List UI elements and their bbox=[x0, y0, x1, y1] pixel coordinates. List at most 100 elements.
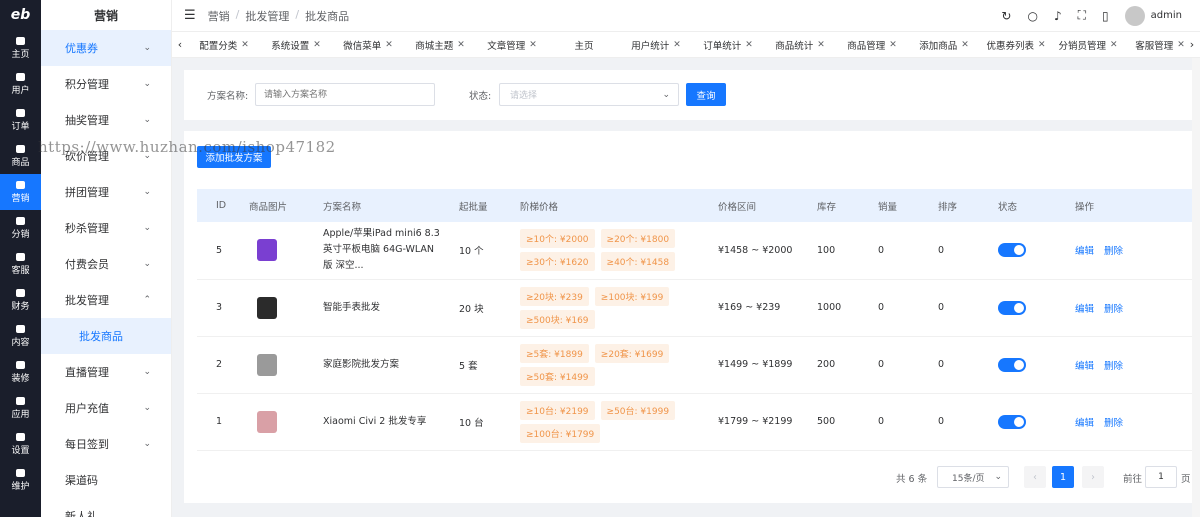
rail-item-11[interactable]: 设置 bbox=[0, 426, 41, 462]
tab-item[interactable]: 商品管理 ✕ bbox=[836, 38, 908, 52]
next-page-button[interactable]: › bbox=[1082, 466, 1104, 488]
tab-item[interactable]: 添加商品 ✕ bbox=[908, 38, 980, 52]
close-icon[interactable]: ✕ bbox=[817, 40, 825, 50]
tab-item[interactable]: 文章管理 ✕ bbox=[476, 38, 548, 52]
status-toggle[interactable] bbox=[998, 414, 1026, 429]
tabs-scroll-left-icon[interactable]: ‹ bbox=[172, 38, 188, 51]
rail-item-2[interactable]: 订单 bbox=[0, 102, 41, 138]
close-icon[interactable]: ✕ bbox=[961, 40, 969, 50]
tab-item[interactable]: 主页 bbox=[548, 38, 620, 52]
edit-button[interactable]: 编辑 bbox=[1075, 246, 1094, 257]
status-toggle[interactable] bbox=[998, 300, 1026, 315]
sidebar-item[interactable]: 拼团管理 ⌄ bbox=[41, 174, 171, 210]
close-icon[interactable]: ✕ bbox=[313, 40, 321, 50]
tab-item[interactable]: 配置分类 ✕ bbox=[188, 38, 260, 52]
status-toggle[interactable] bbox=[998, 243, 1026, 258]
fullscreen-icon[interactable]: ⛶ bbox=[1078, 8, 1086, 23]
top-header: ☰ 营销 / 批发管理 / 批发商品 ↻ ○ ♪ ⛶ ▯ admin bbox=[172, 0, 1200, 32]
tabs-scroll-right-icon[interactable]: › bbox=[1184, 38, 1200, 51]
breadcrumb-item[interactable]: 批发管理 bbox=[245, 8, 289, 24]
product-thumbnail[interactable] bbox=[257, 296, 277, 319]
menu-toggle-icon[interactable]: ☰ bbox=[184, 8, 196, 23]
sidebar-item[interactable]: 优惠券 ⌄ bbox=[41, 30, 171, 66]
rail-item-0[interactable]: 主页 bbox=[0, 30, 41, 66]
close-icon[interactable]: ✕ bbox=[529, 40, 537, 50]
sidebar-item[interactable]: 积分管理 ⌄ bbox=[41, 66, 171, 102]
rail-item-12[interactable]: 维护 bbox=[0, 462, 41, 498]
cell-image bbox=[249, 279, 323, 337]
tab-item[interactable]: 优惠券列表 ✕ bbox=[980, 38, 1052, 52]
tab-item[interactable]: 商城主题 ✕ bbox=[404, 38, 476, 52]
edit-button[interactable]: 编辑 bbox=[1075, 418, 1094, 429]
sidebar-item[interactable]: 付费会员 ⌄ bbox=[41, 246, 171, 282]
page-size-select[interactable]: 15条/页 ⌄ bbox=[937, 466, 1009, 488]
product-thumbnail[interactable] bbox=[257, 239, 277, 262]
user-name[interactable]: admin bbox=[1151, 10, 1182, 21]
sidebar-item[interactable]: 每日签到 ⌄ bbox=[41, 426, 171, 462]
rail-item-3[interactable]: 商品 bbox=[0, 138, 41, 174]
status-toggle[interactable] bbox=[998, 357, 1026, 372]
breadcrumb-item[interactable]: 营销 bbox=[208, 8, 230, 24]
sidebar-item-label: 秒杀管理 bbox=[65, 222, 109, 235]
rail-item-7[interactable]: 财务 bbox=[0, 282, 41, 318]
status-select[interactable]: 请选择 ⌄ bbox=[499, 83, 679, 106]
rail-item-8[interactable]: 内容 bbox=[0, 318, 41, 354]
refresh-icon[interactable]: ↻ bbox=[1001, 9, 1011, 23]
goto-page-input[interactable] bbox=[1145, 466, 1177, 488]
rail-item-1[interactable]: 用户 bbox=[0, 66, 41, 102]
sidebar-item[interactable]: 用户充值 ⌄ bbox=[41, 390, 171, 426]
delete-button[interactable]: 删除 bbox=[1104, 418, 1123, 429]
close-icon[interactable]: ✕ bbox=[1110, 40, 1118, 50]
delete-button[interactable]: 删除 bbox=[1104, 304, 1123, 315]
close-icon[interactable]: ✕ bbox=[457, 40, 465, 50]
close-icon[interactable]: ✕ bbox=[1038, 40, 1046, 50]
tab-item[interactable]: 微信菜单 ✕ bbox=[332, 38, 404, 52]
rail-item-6[interactable]: 客服 bbox=[0, 246, 41, 282]
search-icon[interactable]: ○ bbox=[1027, 9, 1037, 23]
tab-item[interactable]: 订单统计 ✕ bbox=[692, 38, 764, 52]
sidebar-subitem-wholesale-goods[interactable]: 批发商品 bbox=[41, 318, 171, 354]
sidebar-item[interactable]: 抽奖管理 ⌄ bbox=[41, 102, 171, 138]
sidebar-item[interactable]: 秒杀管理 ⌄ bbox=[41, 210, 171, 246]
close-icon[interactable]: ✕ bbox=[889, 40, 897, 50]
close-icon[interactable]: ✕ bbox=[1177, 40, 1184, 50]
product-thumbnail[interactable] bbox=[257, 353, 277, 376]
cell-id: 3 bbox=[197, 279, 249, 337]
sidebar-item[interactable]: 新人礼 bbox=[41, 498, 171, 517]
tier-tag: ≥40个: ¥1458 bbox=[600, 252, 676, 272]
prev-page-button[interactable]: ‹ bbox=[1024, 466, 1046, 488]
rail-item-9[interactable]: 装修 bbox=[0, 354, 41, 390]
page-number-current[interactable]: 1 bbox=[1052, 466, 1074, 488]
cell-status bbox=[998, 279, 1075, 337]
product-thumbnail[interactable] bbox=[257, 410, 277, 433]
rail-item-label: 财务 bbox=[11, 301, 30, 312]
rail-item-5[interactable]: 分销 bbox=[0, 210, 41, 246]
query-button[interactable]: 查询 bbox=[686, 83, 726, 106]
edit-button[interactable]: 编辑 bbox=[1075, 304, 1094, 315]
mobile-icon[interactable]: ▯ bbox=[1102, 9, 1109, 23]
edit-button[interactable]: 编辑 bbox=[1075, 361, 1094, 372]
delete-button[interactable]: 删除 bbox=[1104, 246, 1123, 257]
sidebar-item[interactable]: 批发管理 ⌃ bbox=[41, 282, 171, 318]
sidebar-item[interactable]: 直播管理 ⌄ bbox=[41, 354, 171, 390]
rail-item-10[interactable]: 应用 bbox=[0, 390, 41, 426]
plan-name-input[interactable] bbox=[255, 83, 435, 106]
tab-item[interactable]: 用户统计 ✕ bbox=[620, 38, 692, 52]
bell-icon[interactable]: ♪ bbox=[1054, 9, 1062, 23]
close-icon[interactable]: ✕ bbox=[241, 40, 249, 50]
tab-item[interactable]: 分销员管理 ✕ bbox=[1052, 38, 1124, 52]
close-icon[interactable]: ✕ bbox=[385, 40, 393, 50]
tab-item[interactable]: 客服管理 ✕ bbox=[1124, 38, 1184, 52]
close-icon[interactable]: ✕ bbox=[673, 40, 681, 50]
rail-item-label: 设置 bbox=[11, 445, 30, 456]
close-icon[interactable]: ✕ bbox=[745, 40, 753, 50]
scrollbar[interactable] bbox=[1192, 58, 1200, 517]
tab-item[interactable]: 商品统计 ✕ bbox=[764, 38, 836, 52]
avatar[interactable] bbox=[1124, 5, 1145, 26]
tab-item[interactable]: 系统设置 ✕ bbox=[260, 38, 332, 52]
delete-button[interactable]: 删除 bbox=[1104, 361, 1123, 372]
column-header: 商品图片 bbox=[249, 201, 288, 213]
cell-image bbox=[249, 393, 323, 451]
rail-item-4[interactable]: 营销 bbox=[0, 174, 41, 210]
sidebar-item[interactable]: 渠道码 bbox=[41, 462, 171, 498]
